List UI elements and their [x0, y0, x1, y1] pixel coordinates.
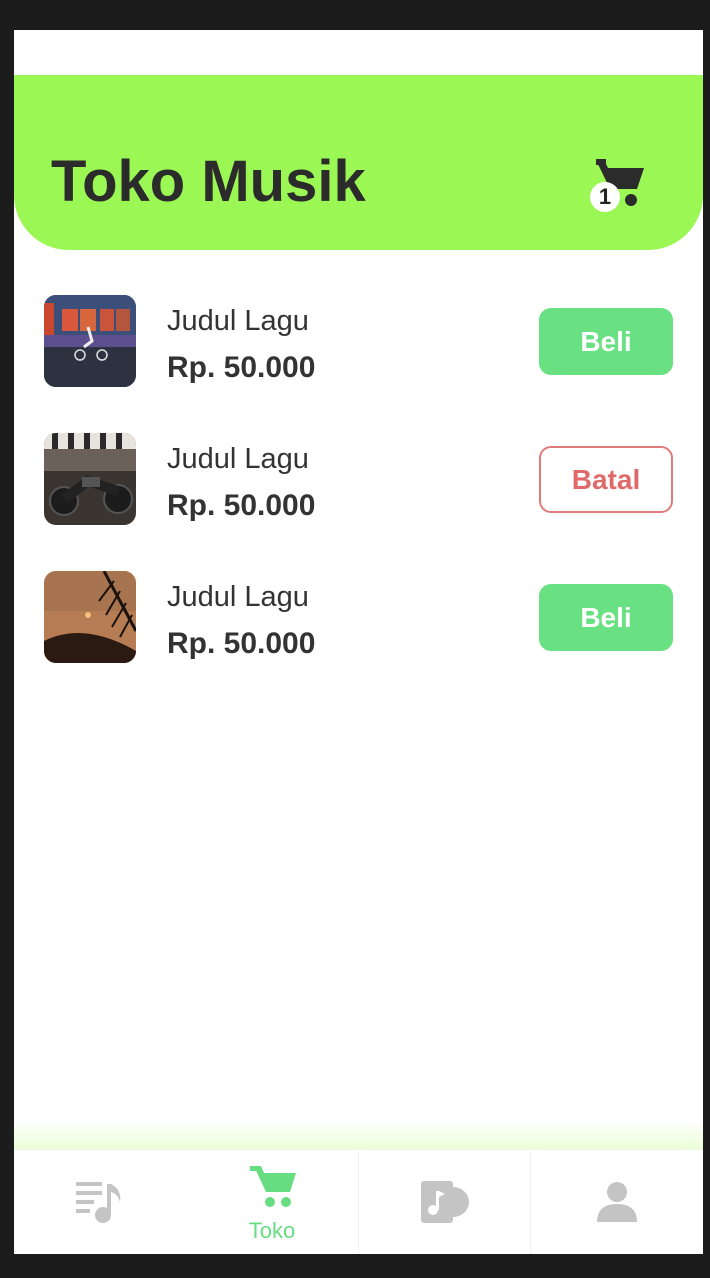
shopping-cart-icon — [250, 1166, 296, 1207]
device-frame: Toko Musik 1 Judul Lagu Rp. 50.000 Beli … — [0, 0, 710, 1278]
page-title: Toko Musik — [51, 149, 366, 214]
song-title: Judul Lagu — [167, 581, 309, 613]
header-bar: Toko Musik 1 — [14, 75, 703, 250]
nav-shadow — [14, 1120, 703, 1150]
bottom-navigation: Toko — [14, 1149, 703, 1254]
song-item[interactable]: Judul Lagu Rp. 50.000 Beli — [14, 571, 703, 663]
cart-button[interactable]: 1 — [589, 155, 649, 215]
nav-label: Toko — [248, 1218, 296, 1243]
user-profile-icon — [597, 1182, 637, 1222]
cancel-button[interactable]: Batal — [539, 446, 673, 513]
song-price: Rp. 50.000 — [167, 627, 316, 660]
song-price: Rp. 50.000 — [167, 351, 316, 384]
buy-button[interactable]: Beli — [539, 308, 673, 375]
playlist-music-icon — [76, 1182, 121, 1223]
song-cover-image — [44, 571, 136, 663]
song-price: Rp. 50.000 — [167, 489, 316, 522]
song-item[interactable]: Judul Lagu Rp. 50.000 Batal — [14, 433, 703, 525]
song-cover-image — [44, 433, 136, 525]
album-music-icon — [421, 1181, 469, 1223]
song-title: Judul Lagu — [167, 443, 309, 475]
nav-item-album[interactable] — [359, 1150, 530, 1254]
nav-item-toko[interactable]: Toko — [186, 1150, 358, 1254]
app-screen: Toko Musik 1 Judul Lagu Rp. 50.000 Beli … — [14, 30, 703, 1254]
song-item[interactable]: Judul Lagu Rp. 50.000 Beli — [14, 295, 703, 387]
buy-button[interactable]: Beli — [539, 584, 673, 651]
cart-count-badge: 1 — [590, 182, 620, 212]
song-cover-image — [44, 295, 136, 387]
song-title: Judul Lagu — [167, 305, 309, 337]
nav-item-playlist[interactable] — [14, 1150, 186, 1254]
nav-item-profile[interactable] — [531, 1150, 703, 1254]
